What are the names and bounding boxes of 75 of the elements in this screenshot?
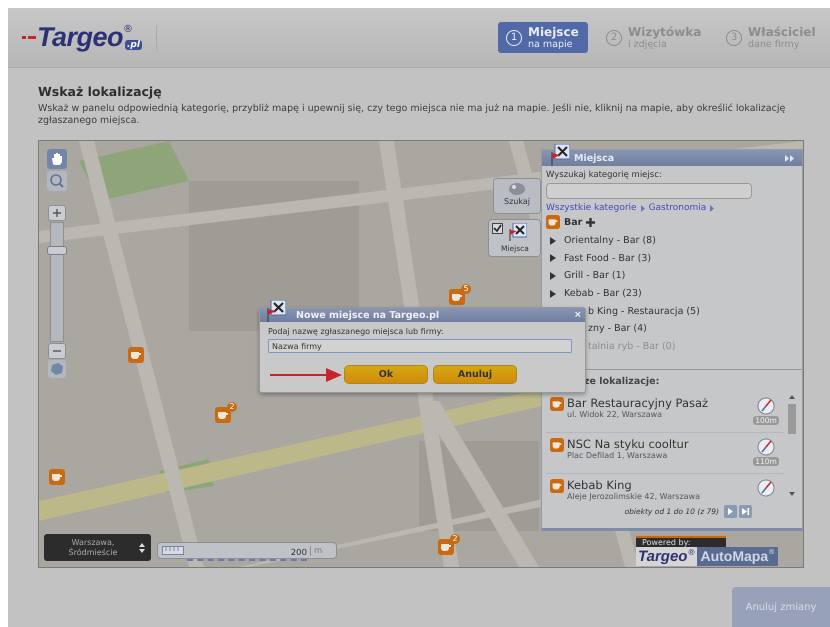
spinner-arrows-icon <box>139 542 145 552</box>
breadcrumb-link[interactable]: Wszystkie kategorie <box>546 203 637 213</box>
places-flag-icon <box>550 144 570 166</box>
breadcrumb-arrow-icon <box>710 204 714 212</box>
instructions-text: Wskaż w panelu odpowiednią kategorię, przybliż mapę i upewnij się, czy tego miejsca nie ma już na mapie. Jeśli nie, kliknij na mapie, aby określić lokalizację zgłaszanego miejsca. <box>38 103 786 127</box>
cafe-icon <box>550 438 564 452</box>
search-icon <box>507 181 527 197</box>
cafe-marker-icon[interactable] <box>128 347 144 363</box>
cafe-marker-icon[interactable] <box>449 289 465 305</box>
expand-arrow-icon[interactable] <box>550 236 556 245</box>
field-label: Podaj nazwę zgłaszanego miejsca lub firmy: <box>268 327 445 336</box>
plus-icon <box>53 209 61 217</box>
powered-label: Powered by: <box>642 538 690 547</box>
cafe-marker-icon[interactable] <box>215 407 231 423</box>
expand-arrow-icon[interactable] <box>550 254 556 262</box>
cafe-icon <box>546 215 560 229</box>
subcategory-link[interactable]: b King - Restauracja (5) <box>588 306 700 317</box>
partner-name: AutoMapa <box>700 548 768 565</box>
compass-icon <box>756 396 776 416</box>
scale-value: 200 <box>290 548 307 558</box>
hand-tool-icon[interactable] <box>47 149 67 169</box>
panel-title: Miejsca <box>574 152 614 164</box>
breadcrumb-link[interactable]: Gastronomia <box>648 203 706 213</box>
name-input-field[interactable]: Nazwa firmy <box>268 339 572 353</box>
places-flag-icon <box>266 300 286 322</box>
result-name: Kebab King <box>567 478 633 492</box>
zoom-slider-thumb[interactable] <box>47 246 67 256</box>
checkbox[interactable] <box>492 223 503 234</box>
breadcrumb-arrow-icon <box>640 204 645 212</box>
location-dropdown[interactable]: Warszawa, Śródmieście <box>44 534 151 561</box>
ruler-icon[interactable] <box>162 546 184 555</box>
pointer-arrow-icon <box>270 366 342 384</box>
compass-icon <box>756 437 776 457</box>
cafe-marker-icon[interactable] <box>438 539 454 555</box>
expand-arrow-icon[interactable] <box>550 290 556 298</box>
result-name: NSC Na styku cooltur <box>567 437 690 451</box>
field-label: Wyszukaj kategorię miejsc: <box>546 170 663 180</box>
add-icon[interactable] <box>586 218 596 226</box>
last-page-icon[interactable] <box>739 505 752 518</box>
cafe-icon <box>550 397 564 411</box>
places-flag-icon <box>509 223 527 241</box>
search-button[interactable]: Szukaj <box>493 178 541 214</box>
dialog-button[interactable]: Anuluj <box>433 365 517 384</box>
subcategory-link[interactable]: zny - Bar (4) <box>588 323 647 334</box>
logo-domain: .pl <box>125 40 142 50</box>
category-name: Bar <box>564 216 582 228</box>
result-address: Aleje Jerozolimskie 42, Warszawa <box>567 492 701 501</box>
compass-icon <box>756 478 776 498</box>
subcategory-link[interactable]: Grill - Bar (1) <box>564 270 626 282</box>
cafe-icon <box>550 479 564 493</box>
subcategory-link[interactable]: Fast Food - Bar (3) <box>564 252 652 264</box>
step-subtitle: na mapie <box>528 39 574 50</box>
result-name: Bar Restauracyjny Pasaż <box>567 396 710 410</box>
zoom-out-button[interactable] <box>48 343 66 359</box>
dialog-button[interactable]: Ok <box>344 365 428 384</box>
registered-mark: ® <box>123 24 134 35</box>
dialog-title: Nowe miejsce na Targeo.pl <box>296 310 440 320</box>
result-address: ul. Widok 22, Warszawa <box>567 410 664 419</box>
section-title: Wskaż lokalizację <box>38 84 163 99</box>
step-number: 1 <box>506 30 522 46</box>
result-address: Plac Defilad 1, Warszawa <box>567 451 668 460</box>
collapse-icon[interactable] <box>785 154 794 162</box>
logo-text: Targeo <box>37 22 124 53</box>
zoom-slider[interactable] <box>50 222 64 342</box>
zoom-tool-icon[interactable] <box>47 171 67 191</box>
expand-arrow-icon[interactable] <box>550 272 556 280</box>
subcategory-link[interactable]: Kebab - Bar (23) <box>564 288 642 300</box>
registered-mark: ® <box>687 548 696 559</box>
brand-name: Targeo <box>638 548 688 565</box>
cafe-marker-icon[interactable] <box>49 469 65 485</box>
subcategory-link[interactable]: Orientalny - Bar (8) <box>564 235 656 246</box>
next-page-icon[interactable] <box>724 505 737 518</box>
category-search-field[interactable] <box>546 183 752 199</box>
step-title: Miejsce <box>528 25 579 39</box>
zoom-in-button[interactable] <box>48 205 66 221</box>
